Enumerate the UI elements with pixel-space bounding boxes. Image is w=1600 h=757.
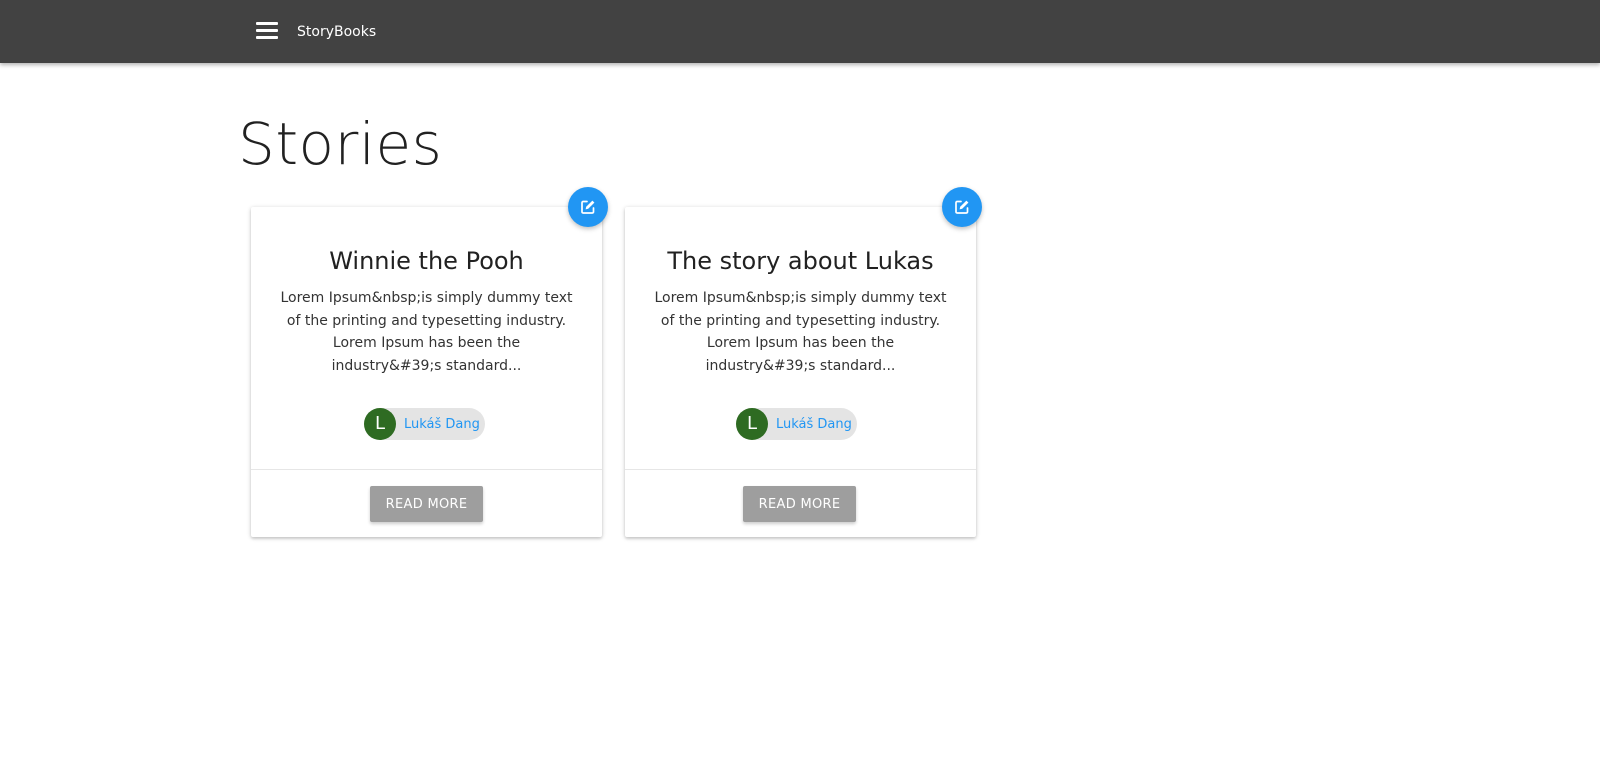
page-title: Stories — [238, 110, 443, 178]
card-content: Winnie the Pooh Lorem Ipsum&nbsp;is simp… — [251, 207, 602, 469]
story-title: Winnie the Pooh — [329, 247, 524, 275]
menu-bar — [256, 36, 278, 39]
card-content: The story about Lukas Lorem Ipsum&nbsp;i… — [625, 207, 976, 469]
story-excerpt: Lorem Ipsum&nbsp;is simply dummy text of… — [654, 290, 947, 374]
menu-bar — [256, 29, 278, 32]
story-excerpt: Lorem Ipsum&nbsp;is simply dummy text of… — [280, 290, 573, 374]
author-name: Lukáš Dang — [776, 416, 852, 432]
author-avatar: L — [736, 408, 768, 440]
menu-bar — [256, 22, 278, 25]
brand-link[interactable]: StoryBooks — [297, 22, 376, 42]
hamburger-menu-icon[interactable] — [256, 21, 280, 41]
card-action: READ MORE — [625, 469, 976, 537]
read-more-button[interactable]: READ MORE — [743, 486, 856, 522]
author-chip[interactable]: L Lukáš Dang — [736, 408, 857, 440]
story-card: The story about Lukas Lorem Ipsum&nbsp;i… — [625, 187, 982, 537]
story-title: The story about Lukas — [667, 247, 934, 275]
author-avatar: L — [364, 408, 396, 440]
card-action: READ MORE — [251, 469, 602, 537]
author-chip[interactable]: L Lukáš Dang — [364, 408, 485, 440]
read-more-button[interactable]: READ MORE — [370, 486, 483, 522]
story-card: Winnie the Pooh Lorem Ipsum&nbsp;is simp… — [251, 187, 608, 537]
author-name: Lukáš Dang — [404, 416, 480, 432]
top-navbar: StoryBooks — [0, 0, 1600, 63]
